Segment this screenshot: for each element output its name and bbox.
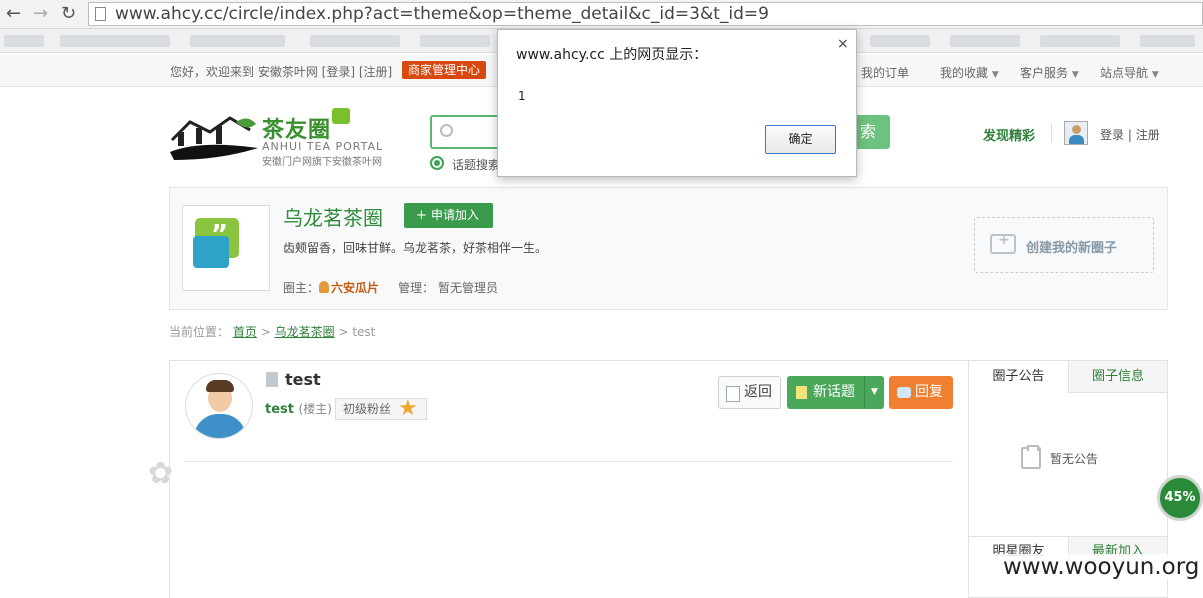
breadcrumb-label: 当前位置： — [169, 325, 230, 339]
alert-dialog: www.ahcy.cc 上的网页显示： × 1 确定 — [497, 29, 857, 177]
my-orders-link[interactable]: 我的订单 — [861, 64, 909, 81]
logo-quote-icon — [332, 108, 350, 124]
circle-title: 乌龙茗茶圈 — [283, 206, 383, 230]
back-button[interactable]: 返回 — [718, 376, 781, 409]
breadcrumb-separator: > — [338, 325, 349, 339]
poster-role: (楼主) — [298, 402, 332, 416]
breadcrumb-circle[interactable]: 乌龙茗茶圈 — [275, 325, 335, 339]
bookmark-item[interactable] — [310, 35, 400, 47]
my-favorites-label: 我的收藏 — [940, 66, 989, 80]
ok-button[interactable]: 确定 — [765, 125, 836, 154]
create-circle-label: 创建我的新圈子 — [1026, 241, 1118, 256]
chevron-down-icon[interactable]: ▼ — [864, 376, 884, 409]
forward-arrow-icon[interactable]: → — [33, 3, 48, 25]
logo-subtitle: 安徽门户网旗下安徽茶叶网 — [262, 157, 382, 168]
circle-owner-row: 圈主： 六安瓜片 管理： 暂无管理员 — [283, 279, 498, 296]
quote-icon: ” — [211, 220, 229, 250]
logo-english: ANHUI TEA PORTAL — [262, 140, 384, 153]
bookmark-item[interactable] — [870, 35, 930, 47]
chevron-down-icon: ▼ — [1071, 70, 1079, 80]
bookmark-item[interactable] — [950, 35, 1020, 47]
search-icon — [440, 124, 453, 137]
avatar-hair — [206, 380, 234, 392]
progress-indicator[interactable]: 45% — [1157, 475, 1203, 521]
tab-circle-notice[interactable]: 圈子公告 — [969, 361, 1068, 393]
admin-value: 暂无管理员 — [437, 281, 498, 295]
poster-info: test (楼主) — [265, 400, 332, 417]
divider — [185, 461, 953, 462]
back-arrow-icon[interactable]: ← — [6, 3, 21, 25]
bookmark-item[interactable] — [420, 35, 490, 47]
owner-label: 圈主： — [283, 281, 320, 295]
chevron-down-icon: ▼ — [991, 70, 999, 80]
my-favorites-link[interactable]: 我的收藏 ▼ — [940, 64, 999, 81]
header-divider — [1051, 124, 1052, 142]
bookmark-item[interactable] — [4, 35, 44, 47]
discover-link[interactable]: 发现精彩 — [983, 125, 1035, 144]
bookmark-item[interactable] — [1140, 35, 1195, 47]
create-circle-button[interactable]: 创建我的新圈子 — [974, 217, 1154, 273]
customer-service-label: 客户服务 — [1020, 66, 1069, 80]
browser-toolbar: ← → ↻ www.ahcy.cc/circle/index.php?act=t… — [0, 0, 1203, 29]
avatar-body — [194, 414, 246, 438]
poster-name[interactable]: test — [265, 402, 294, 417]
topic-search-radio[interactable] — [430, 156, 444, 170]
bookmark-item[interactable] — [190, 35, 285, 47]
bookmark-item[interactable] — [1040, 35, 1120, 47]
document-icon — [266, 372, 278, 387]
thread-title: test — [285, 370, 321, 389]
address-bar[interactable]: www.ahcy.cc/circle/index.php?act=theme&o… — [88, 2, 1203, 26]
star-icon: ★ — [398, 396, 418, 421]
dialog-title: www.ahcy.cc 上的网页显示： — [516, 47, 708, 63]
site-nav-label: 站点导航 — [1100, 66, 1149, 80]
avatar[interactable] — [185, 373, 253, 439]
user-icon — [319, 281, 330, 293]
topbar-register-link[interactable]: [注册] — [359, 65, 392, 79]
join-circle-button[interactable]: 申请加入 — [404, 203, 493, 228]
user-avatar-icon — [1064, 121, 1088, 145]
clover-icon: ✿ — [148, 456, 174, 491]
tab-circle-info[interactable]: 圈子信息 — [1068, 361, 1167, 393]
header-login-links: 登录 | 注册 — [1100, 126, 1160, 143]
breadcrumb-separator: > — [260, 325, 271, 339]
circle-logo: ” — [182, 205, 270, 291]
breadcrumb-home[interactable]: 首页 — [233, 325, 257, 339]
site-nav-link[interactable]: 站点导航 ▼ — [1100, 64, 1159, 81]
customer-service-link[interactable]: 客户服务 ▼ — [1020, 64, 1079, 81]
no-notice-text: 暂无公告 — [1050, 452, 1099, 466]
url-text: www.ahcy.cc/circle/index.php?act=theme&o… — [115, 4, 769, 24]
my-orders-label: 我的订单 — [861, 66, 910, 80]
chevron-down-icon: ▼ — [1151, 70, 1159, 80]
close-icon[interactable]: × — [837, 36, 849, 52]
welcome-label: 您好，欢迎来到 安徽茶叶网 — [170, 65, 318, 79]
add-chat-icon — [990, 232, 1016, 254]
dialog-message: 1 — [518, 89, 526, 103]
watermark: www.wooyun.org — [997, 554, 1203, 580]
breadcrumb-current: test — [352, 325, 376, 339]
bookmark-item[interactable] — [60, 35, 170, 47]
header-register-link[interactable]: 注册 — [1136, 128, 1160, 142]
owner-name-link[interactable]: 六安瓜片 — [331, 281, 379, 295]
clipboard-icon — [1021, 445, 1041, 469]
login-separator: | — [1127, 128, 1132, 142]
merchant-center-button[interactable]: 商家管理中心 — [402, 61, 487, 79]
topic-search-label: 话题搜索 — [452, 158, 501, 172]
circle-description: 齿颊留香，回味甘鲜。乌龙茗茶，好茶相伴一生。 — [283, 241, 548, 255]
welcome-text: 您好，欢迎来到 安徽茶叶网 [登录] [注册] — [170, 63, 392, 80]
topbar-login-link[interactable]: [登录] — [322, 65, 355, 79]
header-login-link[interactable]: 登录 — [1100, 128, 1124, 142]
reload-icon[interactable]: ↻ — [61, 3, 76, 25]
page-icon — [95, 7, 106, 21]
reply-button[interactable]: 回复 — [889, 376, 953, 409]
logo-image — [170, 116, 258, 160]
admin-label: 管理： — [398, 281, 435, 295]
breadcrumb: 当前位置： 首页 > 乌龙茗茶圈 > test — [169, 323, 375, 340]
